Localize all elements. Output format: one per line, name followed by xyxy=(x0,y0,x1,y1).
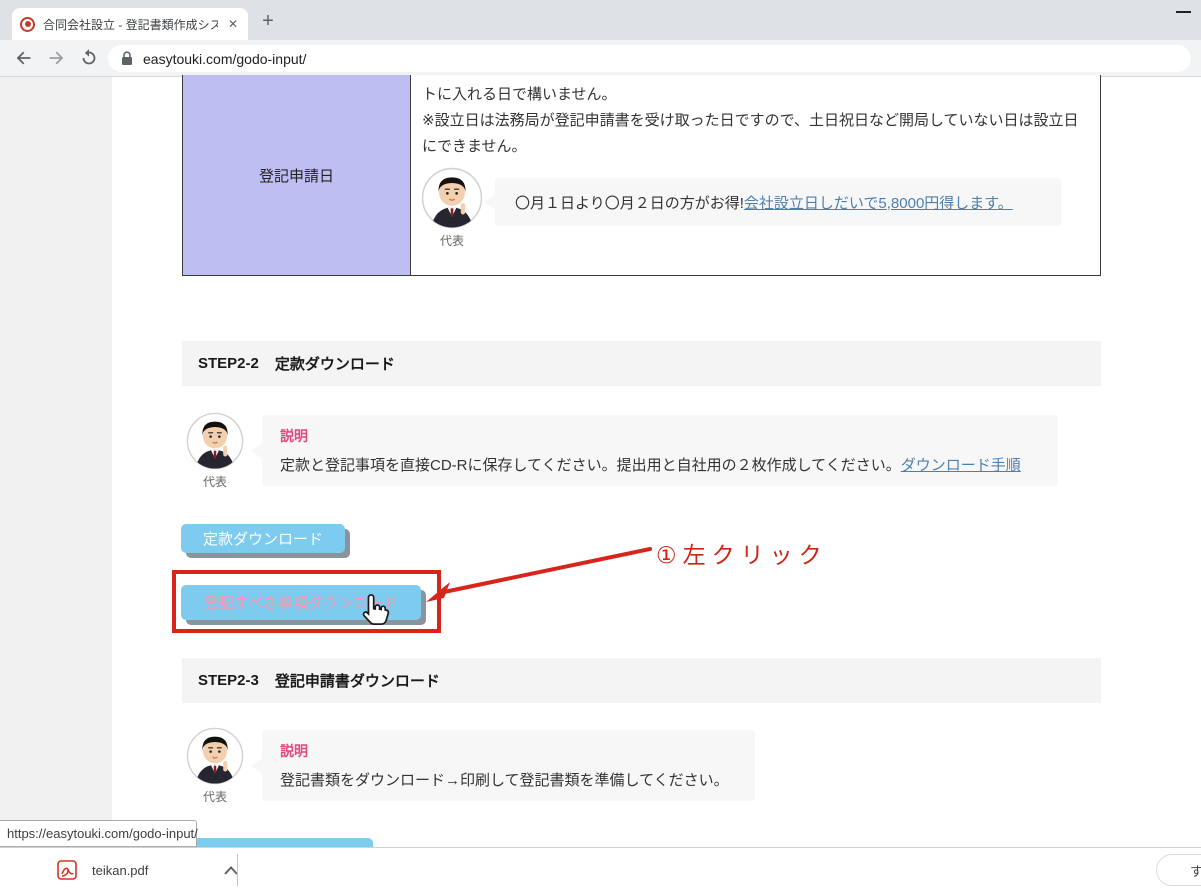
download-filename: teikan.pdf xyxy=(92,863,148,878)
man-avatar-icon xyxy=(186,727,244,785)
tab-title: 合同会社設立 - 登記書類作成シス xyxy=(43,16,218,33)
avatar-caption: 代表 xyxy=(440,232,464,249)
description-body-text: 定款と登記事項を直接CD-Rに保存してください。提出用と自社用の２枚作成してくだ… xyxy=(280,457,901,474)
step2-2-number: STEP2-2 xyxy=(198,355,259,372)
step2-2-description-bubble: 説明 定款と登記事項を直接CD-Rに保存してください。提出用と自社用の２枚作成し… xyxy=(262,415,1058,486)
step2-2-title: 定款ダウンロード xyxy=(275,353,395,374)
shelf-divider xyxy=(237,854,238,886)
representative-avatar: 代表 xyxy=(183,727,247,805)
description-heading: 説明 xyxy=(280,426,1040,446)
tip-bubble: 〇月１日より〇月２日の方がお得! 会社設立日しだいで5,8000円得します。 xyxy=(495,178,1061,226)
reload-icon[interactable] xyxy=(78,47,100,69)
annotation-label: ①左クリック xyxy=(656,536,828,570)
new-tab-button[interactable]: + xyxy=(256,9,280,33)
tip-text: 〇月１日より〇月２日の方がお得! xyxy=(515,192,744,213)
description-heading: 説明 xyxy=(280,741,737,761)
address-bar[interactable]: easytouki.com/godo-input/ xyxy=(108,45,1191,72)
man-avatar-icon xyxy=(186,412,244,470)
download-procedure-link[interactable]: ダウンロード手順 xyxy=(901,457,1021,474)
window-minimize-icon[interactable] xyxy=(1176,11,1191,13)
man-avatar-icon xyxy=(421,167,483,229)
downloaded-file-item[interactable]: teikan.pdf xyxy=(44,852,250,888)
section-step2-3: STEP2-3 登記申請書ダウンロード xyxy=(182,658,1101,703)
download-shelf: teikan.pdf すべて表示 xyxy=(0,847,1201,891)
show-all-downloads-button[interactable]: すべて表示 xyxy=(1156,854,1201,886)
lock-icon xyxy=(121,51,133,66)
partially-hidden-blue-button[interactable] xyxy=(181,838,373,847)
annotation-arrow-line xyxy=(410,540,660,610)
avatar-caption: 代表 xyxy=(203,473,227,490)
link-status-tooltip: https://easytouki.com/godo-input/ xyxy=(0,820,197,847)
screenshot-root: { "browser": { "tab_title": "合同会社設立 - 登記… xyxy=(0,0,1201,891)
note-line-3: にできません。 xyxy=(422,134,1079,160)
pdf-file-icon xyxy=(56,859,78,881)
description-text: 定款と登記事項を直接CD-Rに保存してください。提出用と自社用の２枚作成してくだ… xyxy=(280,454,1040,475)
page-left-margin xyxy=(0,77,112,847)
teikan-download-button[interactable]: 定款ダウンロード xyxy=(181,524,345,553)
tab-close-icon[interactable]: ✕ xyxy=(226,17,240,31)
back-icon[interactable] xyxy=(13,47,35,69)
site-favicon-seal-icon xyxy=(20,17,35,32)
web-page: 登記申請日 トに入れる日で構いません。 ※設立日は法務局が登記申請書を受け取った… xyxy=(0,77,1201,847)
table-header-cell: 登記申請日 xyxy=(183,75,411,275)
note-line-2: ※設立日は法務局が登記申請書を受け取った日ですので、土日祝日など開局していない日… xyxy=(422,108,1079,134)
browser-tab[interactable]: 合同会社設立 - 登記書類作成シス ✕ xyxy=(12,8,248,40)
section-step2-2: STEP2-2 定款ダウンロード xyxy=(182,341,1101,386)
savings-link[interactable]: 会社設立日しだいで5,8000円得します。 xyxy=(744,192,1013,213)
note-line-1: トに入れる日で構いません。 xyxy=(422,82,1079,108)
representative-avatar: 代表 xyxy=(420,167,484,249)
touki-date-table: 登記申請日 トに入れる日で構いません。 ※設立日は法務局が登記申請書を受け取った… xyxy=(182,75,1101,276)
table-note: トに入れる日で構いません。 ※設立日は法務局が登記申請書を受け取った日ですので、… xyxy=(422,82,1079,160)
step2-3-number: STEP2-3 xyxy=(198,672,259,689)
table-value-cell: トに入れる日で構いません。 ※設立日は法務局が登記申請書を受け取った日ですので、… xyxy=(412,75,1100,275)
url-text: easytouki.com/godo-input/ xyxy=(143,51,306,67)
forward-icon[interactable] xyxy=(45,47,67,69)
step2-3-description-bubble: 説明 登記書類をダウンロード→印刷して登記書類を準備してください。 xyxy=(262,730,755,801)
step2-3-title: 登記申請書ダウンロード xyxy=(275,670,440,691)
avatar-caption: 代表 xyxy=(203,788,227,805)
hand-cursor-icon xyxy=(360,593,390,627)
tab-strip: 合同会社設立 - 登記書類作成シス ✕ + xyxy=(0,0,1201,40)
representative-avatar: 代表 xyxy=(183,412,247,490)
description-text: 登記書類をダウンロード→印刷して登記書類を準備してください。 xyxy=(280,769,737,790)
